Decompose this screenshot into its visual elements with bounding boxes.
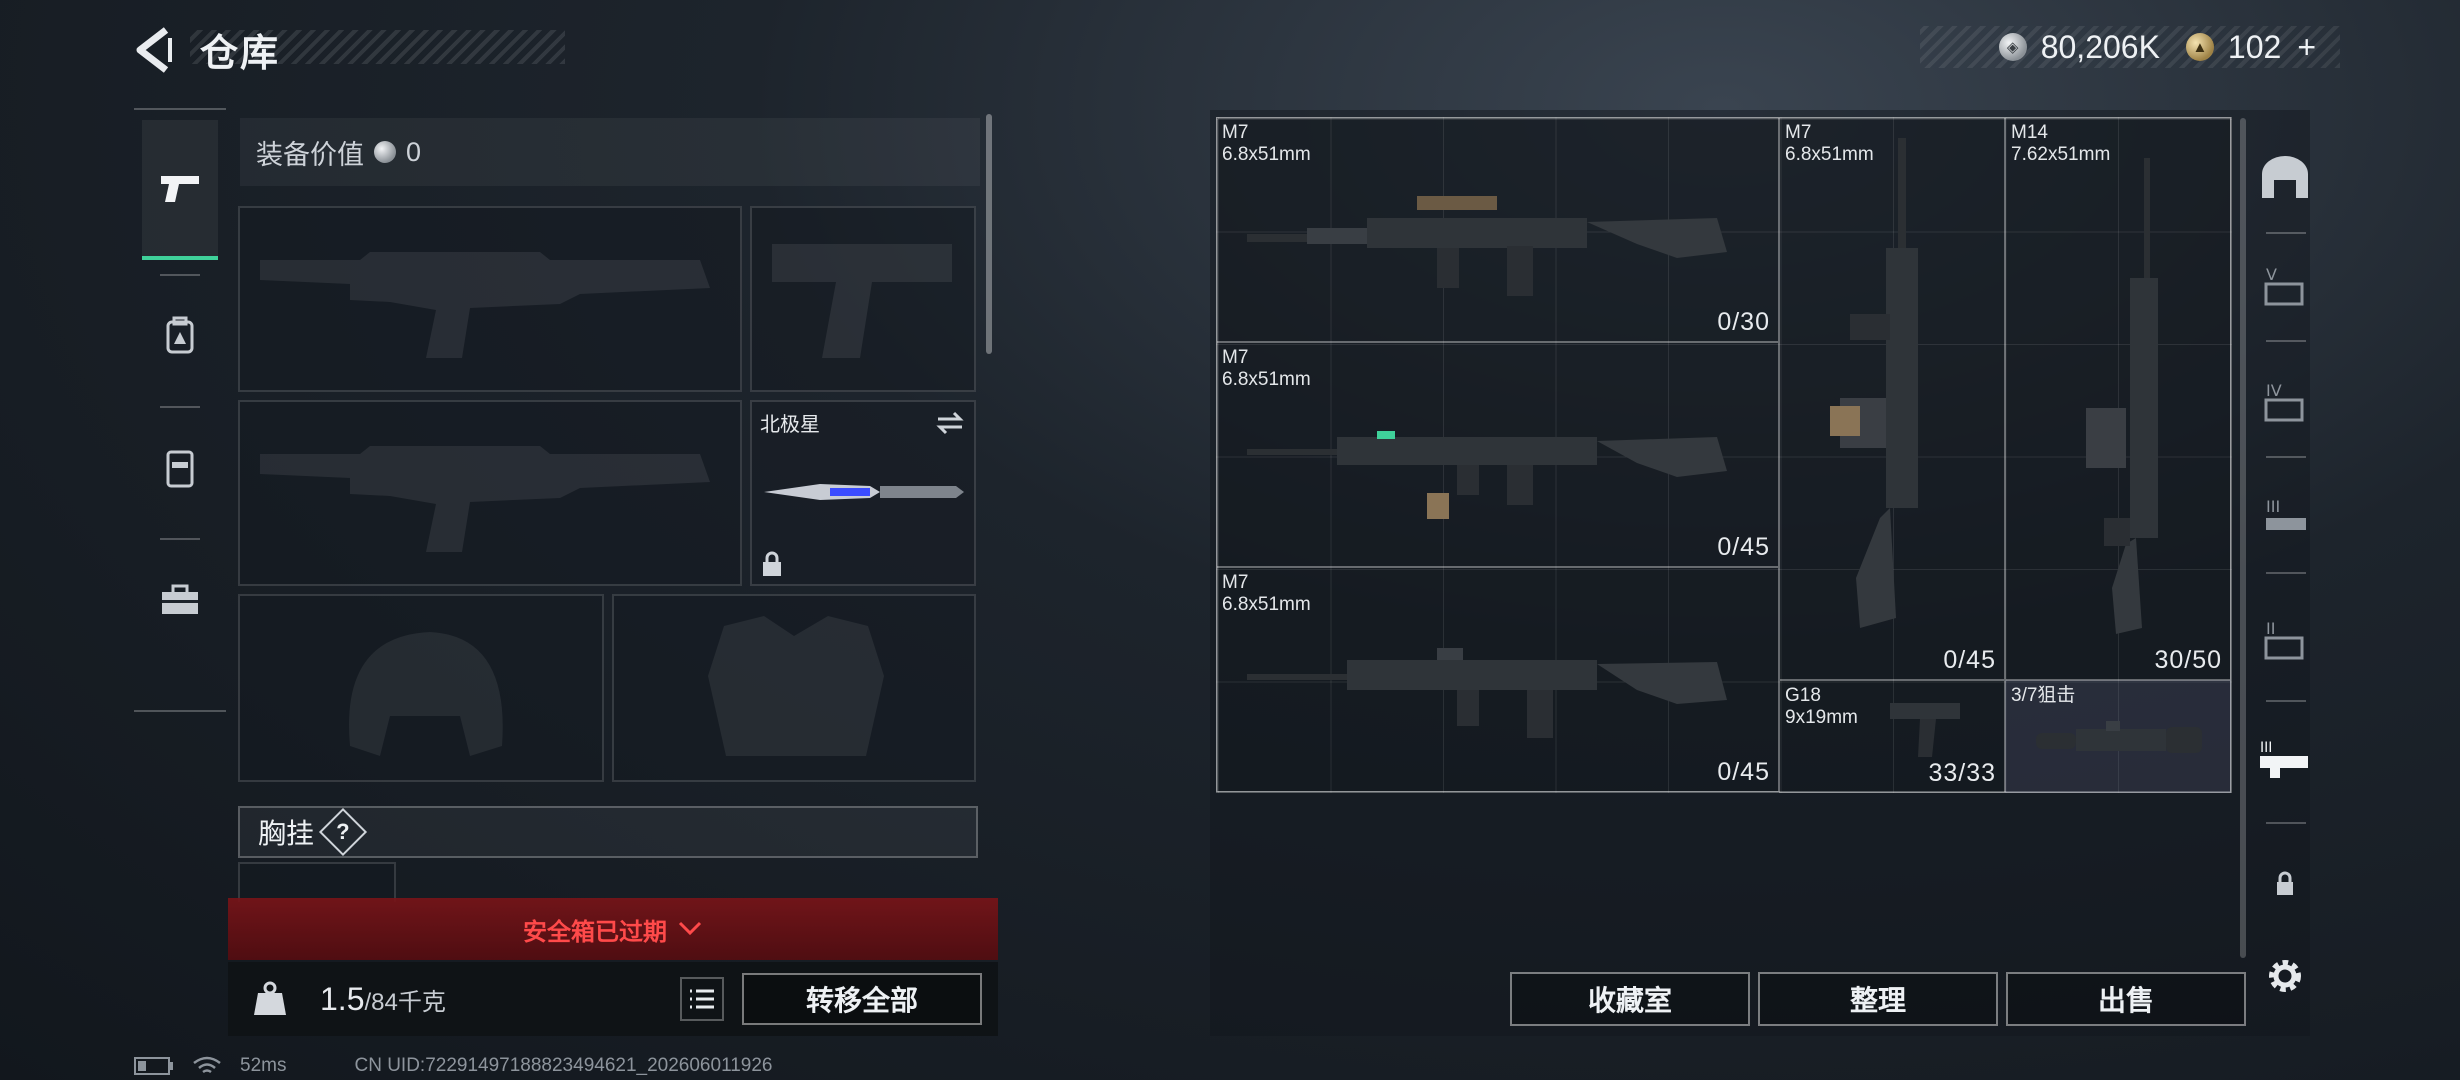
user-uid: CN UID:72291497188823494621_202606011926 — [354, 1055, 773, 1076]
filter-tier-2[interactable]: II — [2250, 590, 2320, 690]
rifle-vertical-icon — [1830, 138, 1918, 628]
transfer-all-button[interactable]: 转移全部 — [742, 973, 982, 1025]
list-view-button[interactable] — [680, 977, 724, 1021]
storage-item-m7-1[interactable]: M7 6.8x51mm 0/30 — [1216, 117, 1779, 342]
tier-ii-icon: II — [2264, 619, 2304, 660]
loadout-footer: 1.5/84千克 转移全部 — [228, 962, 998, 1036]
silver-currency-value: 80,206K — [2040, 28, 2160, 65]
filter-weapons[interactable]: III — [2250, 710, 2320, 810]
knife-icon — [764, 484, 964, 500]
chest-rig-row: 胸挂 ? — [238, 806, 978, 858]
storage-scrollbar[interactable] — [2240, 118, 2246, 958]
rifle-icon — [1247, 196, 1727, 296]
tier-iv-icon: IV — [2264, 381, 2304, 422]
safebox-status-text: 安全箱已过期 — [523, 918, 667, 946]
helmet-silhouette-icon — [349, 632, 503, 756]
list-icon — [690, 989, 714, 1009]
tier-iii-icon: III — [2266, 497, 2306, 530]
storage-item-m14[interactable]: M14 7.62x51mm 30/50 — [2005, 117, 2231, 680]
storage-item-m7-2[interactable]: M7 6.8x51mm 0/45 — [1216, 342, 1779, 567]
svg-text:V: V — [2266, 265, 2277, 284]
rifle-silhouette-icon — [260, 252, 710, 358]
vest-silhouette-icon — [708, 616, 884, 756]
battery-icon — [134, 1057, 173, 1075]
sell-button[interactable]: 出售 — [2006, 972, 2246, 1026]
rifle-icon — [1247, 648, 1727, 738]
settings-button[interactable] — [2250, 926, 2320, 1026]
loadout-category-tabs — [134, 108, 226, 714]
chevron-down-icon — [678, 921, 702, 936]
lock-icon — [763, 551, 781, 576]
storage-all-icon — [2262, 156, 2308, 198]
svg-text:III: III — [2266, 497, 2280, 516]
organize-button[interactable]: 整理 — [1758, 972, 1998, 1026]
melee-name: 北极星 — [760, 414, 820, 436]
lock-icon — [2277, 871, 2293, 895]
tier-v-icon: V — [2264, 265, 2304, 306]
storage-item-sniper-scope[interactable]: 3/7狙击 — [2005, 680, 2231, 793]
chest-rig-label: 胸挂 — [258, 818, 315, 849]
page-title: 仓库 — [200, 33, 281, 75]
system-status-bar: 52ms CN UID:72291497188823494621_2026060… — [134, 1054, 773, 1078]
carry-weight: 1.5/84千克 — [320, 980, 446, 1017]
currency-bar: ◈ 80,206K ▲ 102 + — [1920, 26, 2340, 68]
melee-slot[interactable]: 北极星 — [750, 400, 976, 586]
pistol-silhouette-icon — [772, 244, 952, 358]
svg-text:II: II — [2266, 619, 2275, 638]
primary-weapon-slot[interactable] — [238, 206, 742, 392]
storage-item-m7-3[interactable]: M7 6.8x51mm 0/45 — [1216, 567, 1779, 792]
collection-room-button[interactable]: 收藏室 — [1510, 972, 1750, 1026]
helmet-slot[interactable] — [238, 594, 604, 782]
filter-all[interactable] — [2250, 128, 2320, 228]
secondary-weapon-slot[interactable] — [238, 400, 742, 586]
scope-icon — [2036, 721, 2202, 753]
gold-plus-button[interactable]: + — [2297, 29, 2316, 66]
pistol-icon — [1890, 703, 1960, 757]
equipment-value-label: 装备价值 — [256, 139, 364, 170]
tab-backpack[interactable] — [142, 276, 218, 396]
toolbox-icon — [162, 584, 198, 614]
weight-icon — [254, 981, 286, 1015]
tab-armor[interactable] — [142, 408, 218, 528]
gear-icon — [2269, 960, 2301, 992]
help-icon[interactable]: ? — [318, 807, 368, 857]
weapon-category-icon: III — [2260, 740, 2308, 778]
tab-case[interactable] — [142, 540, 218, 660]
silver-coin-icon: ◈ — [1998, 33, 2027, 61]
filter-tier-4[interactable]: IV — [2250, 352, 2320, 452]
filter-tier-3[interactable]: III — [2250, 468, 2320, 568]
ping-value: 52ms — [240, 1055, 287, 1076]
safebox-expired-banner[interactable]: 安全箱已过期 — [228, 898, 998, 960]
loadout-scrollbar[interactable] — [986, 114, 992, 354]
storage-item-m7-4[interactable]: M7 6.8x51mm 0/45 — [1779, 117, 2005, 680]
pistol-slot[interactable] — [750, 206, 976, 392]
filter-tier-5[interactable]: V — [2250, 236, 2320, 336]
rifle-icon — [1247, 431, 1727, 519]
silver-coin-icon — [374, 141, 396, 163]
rifle-vertical-icon — [2086, 158, 2158, 634]
vest-icon — [166, 450, 194, 488]
storage-item-g18[interactable]: G18 9x19mm 33/33 — [1779, 680, 2005, 793]
rifle-silhouette-icon — [260, 446, 710, 552]
back-arrow-icon[interactable] — [130, 24, 180, 76]
svg-text:III: III — [2260, 740, 2272, 756]
tab-weapons[interactable] — [142, 120, 218, 260]
gold-currency-value: 102 — [2227, 28, 2282, 65]
pistol-icon — [161, 176, 199, 202]
svg-text:IV: IV — [2266, 381, 2282, 400]
swap-icon[interactable] — [934, 410, 966, 436]
chest-rig-slot[interactable] — [238, 862, 396, 902]
backpack-icon — [166, 316, 194, 354]
wifi-icon — [193, 1056, 221, 1074]
gold-coin-icon: ▲ — [2185, 33, 2214, 61]
filter-locked[interactable] — [2250, 834, 2320, 934]
equipment-value-row: 装备价值 0 — [240, 118, 980, 186]
equipment-value-amount: 0 — [406, 136, 422, 167]
body-armor-slot[interactable] — [612, 594, 976, 782]
